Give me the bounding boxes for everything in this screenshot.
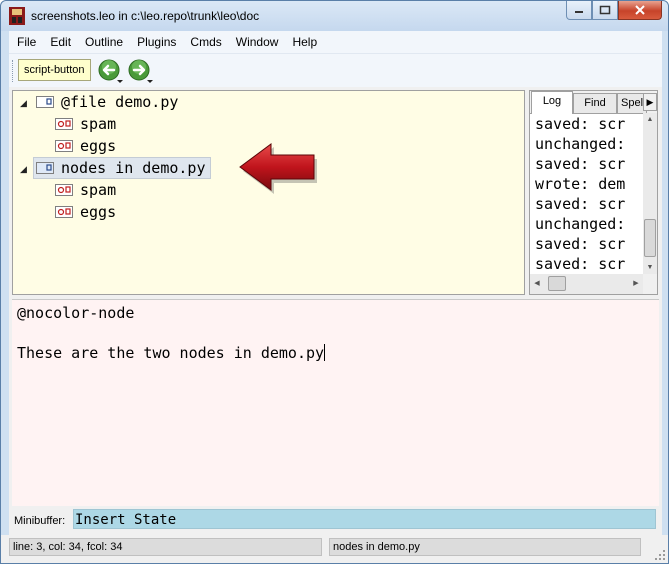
minimize-icon [575, 11, 583, 13]
menu-edit[interactable]: Edit [43, 31, 78, 53]
node-label: eggs [80, 203, 117, 221]
clone-node-icon [55, 184, 73, 196]
toolbar: script-button [9, 53, 662, 87]
menu-file[interactable]: File [10, 31, 43, 53]
menu-outline[interactable]: Outline [78, 31, 130, 53]
text-caret [324, 344, 326, 361]
scroll-right-icon[interactable]: ▶ [629, 279, 643, 287]
leo-app-icon [9, 7, 25, 25]
log-line: unchanged: [535, 215, 626, 233]
log-line: wrote: dem [535, 175, 626, 193]
menu-window[interactable]: Window [229, 31, 286, 53]
tab-log[interactable]: Log [531, 91, 573, 114]
minibuffer-label: Minibuffer: [14, 515, 66, 527]
log-line: unchanged: [535, 135, 626, 153]
clone-node-icon [55, 206, 73, 218]
minimize-button[interactable] [566, 1, 592, 20]
menu-bar: File Edit Outline Plugins Cmds Window He… [9, 31, 662, 53]
outline-node[interactable]: spam [55, 113, 116, 135]
node-icon [36, 162, 54, 174]
title-bar[interactable]: screenshots.leo in c:\leo.repo\trunk\leo… [1, 1, 668, 31]
outline-node[interactable]: eggs [55, 135, 116, 157]
log-line: saved: scr [535, 255, 626, 273]
resize-grip-icon[interactable] [654, 549, 666, 561]
status-node: nodes in demo.py [329, 538, 641, 556]
script-button[interactable]: script-button [18, 59, 91, 81]
maximize-icon [599, 5, 611, 15]
main-content: ◢ @file demo.py spam eggs ◢ nodes in dem… [9, 87, 662, 535]
scroll-left-icon[interactable]: ◀ [530, 279, 544, 287]
node-label: eggs [80, 137, 117, 155]
node-label: spam [80, 115, 117, 133]
outline-node[interactable]: eggs [55, 201, 116, 223]
body-line-cursor: These are the two nodes in demo.py [17, 344, 326, 362]
expand-triangle-icon[interactable]: ◢ [20, 98, 27, 109]
log-line: saved: scr [535, 115, 626, 133]
status-bar: line: 3, col: 34, fcol: 34 nodes in demo… [1, 535, 668, 563]
menu-plugins[interactable]: Plugins [130, 31, 183, 53]
maximize-button[interactable] [592, 1, 618, 20]
log-line: saved: scr [535, 155, 626, 173]
log-text[interactable]: saved: scr unchanged: saved: scr wrote: … [530, 113, 643, 274]
body-line: @nocolor-node [17, 304, 135, 322]
minibuffer-input[interactable]: Insert State [73, 509, 656, 529]
red-arrow-icon [239, 143, 317, 194]
file-node-icon [36, 96, 54, 108]
body-editor[interactable]: @nocolor-node These are the two nodes in… [12, 299, 659, 506]
menu-help[interactable]: Help [285, 31, 324, 53]
node-label: nodes in demo.py [61, 159, 206, 177]
close-button[interactable] [618, 1, 662, 20]
log-vertical-scrollbar[interactable]: ▲ ▼ [643, 113, 657, 274]
log-tabs: Log Find Spell ▶ [530, 91, 657, 114]
expand-triangle-icon[interactable]: ◢ [20, 164, 27, 175]
clone-node-icon [55, 118, 73, 130]
outline-node[interactable]: spam [55, 179, 116, 201]
log-horizontal-scrollbar[interactable]: ◀ ▶ [530, 274, 643, 294]
close-icon [635, 5, 645, 15]
toolbar-grip[interactable] [12, 60, 15, 82]
menu-cmds[interactable]: Cmds [183, 31, 228, 53]
scroll-up-icon[interactable]: ▲ [643, 116, 657, 123]
forward-arrow-icon[interactable] [128, 58, 154, 84]
window-title: screenshots.leo in c:\leo.repo\trunk\leo… [31, 9, 260, 23]
scroll-down-icon[interactable]: ▼ [643, 264, 657, 271]
scroll-thumb[interactable] [644, 219, 656, 257]
tab-find[interactable]: Find [573, 93, 617, 113]
body-line: These are the two nodes in demo.py [17, 344, 325, 362]
clone-node-icon [55, 140, 73, 152]
status-position: line: 3, col: 34, fcol: 34 [9, 538, 322, 556]
outline-pane[interactable]: ◢ @file demo.py spam eggs ◢ nodes in dem… [12, 90, 525, 295]
node-label: spam [80, 181, 117, 199]
tab-scroll-right-icon[interactable]: ▶ [643, 93, 657, 111]
outline-node-selected[interactable]: nodes in demo.py [33, 157, 211, 179]
log-line: saved: scr [535, 235, 626, 253]
back-arrow-icon[interactable] [98, 58, 124, 84]
scroll-thumb[interactable] [548, 276, 566, 291]
log-pane: Log Find Spell ▶ saved: scr unchanged: s… [529, 90, 658, 295]
outline-node[interactable]: @file demo.py [36, 91, 178, 113]
node-label: @file demo.py [61, 93, 179, 111]
log-line: saved: scr [535, 195, 626, 213]
leo-window: screenshots.leo in c:\leo.repo\trunk\leo… [0, 0, 669, 564]
